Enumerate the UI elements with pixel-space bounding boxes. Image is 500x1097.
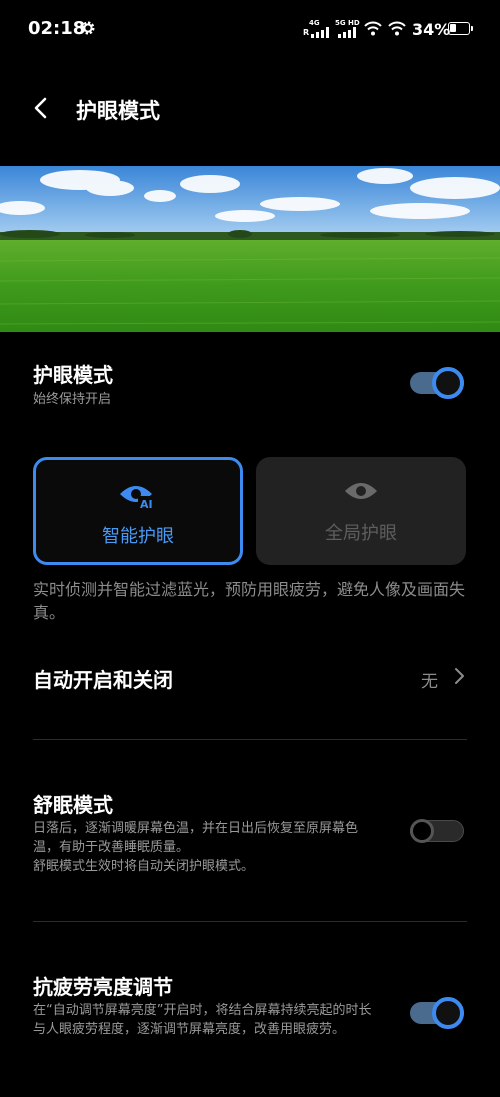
settings-gear-icon [81,21,95,35]
toggle-knob [432,367,464,399]
divider [33,739,467,740]
anti-fatigue-description: 在“自动调节屏幕亮度”开启时，将结合屏幕持续亮起的时长与人眼疲劳程度，逐渐调节屏… [33,1003,372,1037]
sleep-mode-description: 日落后，逐渐调暖屏幕色温，并在日出后恢复至原屏幕色温，有助于改善睡眠质量。 舒眠… [33,821,359,874]
wifi-icon [388,21,406,36]
schedule-title: 自动开启和关闭 [33,668,173,692]
eye-mode-title: 护眼模式 [33,363,113,387]
battery-percent: 34% [412,20,451,39]
status-time: 02:18 [28,18,86,39]
global-eye-care-card[interactable]: 全局护眼 [256,457,466,565]
sim1-roaming-label: R [303,28,310,37]
page-title: 护眼模式 [76,99,160,123]
global-eye-care-label: 全局护眼 [325,523,397,544]
sleep-mode-title: 舒眠模式 [33,793,113,817]
app-header: 护眼模式 [0,80,500,136]
smart-eye-care-card[interactable]: AI 智能护眼 [33,457,243,565]
eye-ai-icon: AI [120,486,156,511]
toggle-knob [410,819,434,843]
sleep-mode-toggle[interactable] [410,815,466,847]
landscape-banner-image [0,166,500,332]
wifi-icon [364,21,382,36]
eye-mode-toggle[interactable] [410,367,466,399]
battery-fill [450,24,456,32]
cellular-signal-icon: 5G HD [334,19,364,39]
eye-icon [345,483,377,499]
status-bar: 02:18 4G R 5G HD 34% [0,0,500,60]
chevron-right-icon [455,668,464,684]
smart-eye-care-label: 智能护眼 [102,526,174,547]
anti-fatigue-toggle[interactable] [410,997,466,1029]
schedule-value: 无 [421,672,438,692]
divider [33,921,467,922]
sim1-type-label: 4G [309,19,320,27]
ai-badge: AI [140,498,153,511]
toggle-knob [432,997,464,1029]
eye-mode-subtitle: 始终保持开启 [33,392,112,407]
sim2-type-label: 5G HD [335,19,360,27]
battery-icon [448,22,470,35]
battery-cap [471,26,473,31]
mode-description: 实时侦测并智能过滤蓝光，预防用眼疲劳，避免人像及画面失真。 [33,580,466,622]
back-arrow-icon[interactable] [30,96,54,120]
anti-fatigue-title: 抗疲劳亮度调节 [33,975,173,999]
cellular-signal-icon: 4G R [303,19,333,39]
